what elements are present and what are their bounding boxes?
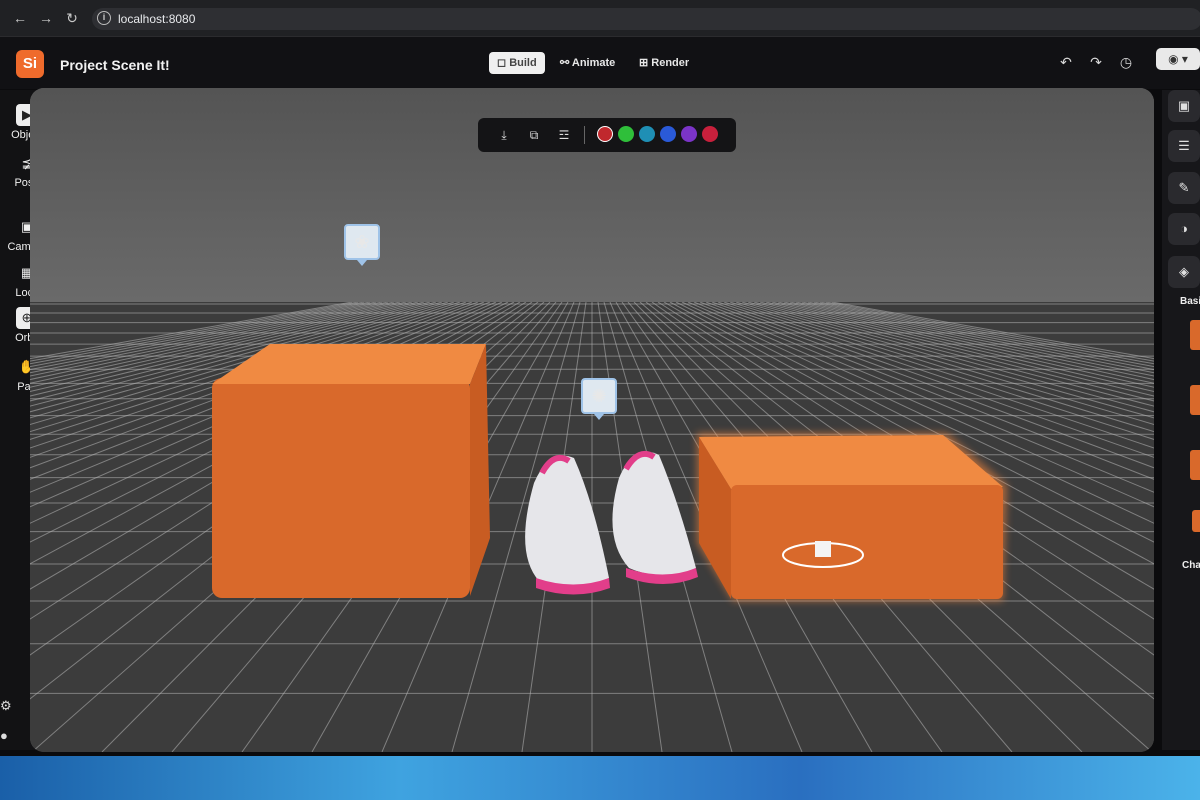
url-text: localhost:8080 — [118, 12, 196, 26]
tab-animate[interactable]: ⚯ Animate — [552, 52, 623, 74]
app-logo: Si — [16, 50, 44, 78]
sneaker-thumbnail[interactable]: ✺ — [581, 378, 617, 420]
color-swatch-purple[interactable] — [681, 126, 697, 142]
cube-icon[interactable]: ▣ — [1168, 90, 1200, 122]
shape-thumbnail-3[interactable] — [1190, 450, 1200, 480]
forward-icon[interactable]: → — [38, 10, 54, 26]
layers-icon[interactable]: ☰ — [1168, 130, 1200, 162]
sneakers-object[interactable] — [514, 443, 704, 603]
reload-icon[interactable]: ↻ — [64, 10, 80, 26]
undo-icon[interactable]: ↶ — [1056, 52, 1076, 72]
material-icon[interactable]: ◑ — [1168, 213, 1200, 245]
box-object-selected[interactable] — [685, 423, 1015, 613]
tab-render-label: Render — [651, 57, 690, 69]
flower-thumbnail[interactable]: ❀ — [344, 224, 380, 266]
shape-thumbnail-4[interactable] — [1192, 510, 1200, 532]
brush-icon[interactable]: ✎ — [1168, 172, 1200, 204]
animate-icon: ⚯ — [560, 57, 570, 69]
color-swatch-crimson[interactable] — [702, 126, 718, 142]
shape-icon[interactable]: ◈ — [1168, 256, 1200, 288]
back-icon[interactable]: ← — [12, 10, 28, 26]
address-bar[interactable] — [92, 8, 1200, 30]
box-object-left[interactable] — [200, 338, 500, 608]
settings-icon[interactable]: ⚙ — [0, 698, 12, 714]
help-icon[interactable]: ● — [0, 728, 8, 743]
cube-icon: ◻ — [497, 57, 507, 69]
history-icon[interactable]: ◷ — [1116, 52, 1136, 72]
render-icon: ⊞ — [639, 57, 649, 69]
sneaker-icon: ✺ — [581, 378, 617, 414]
toolbar-divider — [584, 126, 585, 144]
color-swatch-green[interactable] — [618, 126, 634, 142]
scene-viewport[interactable]: ❀ ✺ — [30, 88, 1154, 752]
flower-icon: ❀ — [344, 224, 380, 260]
info-icon[interactable]: i — [97, 11, 111, 25]
basic-shapes-label: Basi — [1180, 296, 1200, 307]
drop-to-floor-icon[interactable]: ⤓ — [496, 127, 512, 143]
shape-thumbnail-2[interactable] — [1190, 385, 1200, 415]
redo-icon[interactable]: ↷ — [1086, 52, 1106, 72]
shape-thumbnail-1[interactable] — [1190, 320, 1200, 350]
move-handle[interactable] — [815, 541, 831, 557]
color-swatch-blue[interactable] — [660, 126, 676, 142]
characters-label: Cha — [1182, 560, 1200, 571]
tab-build[interactable]: ◻ Build — [489, 52, 545, 74]
tab-build-label: Build — [509, 57, 537, 69]
color-swatch-teal[interactable] — [639, 126, 655, 142]
trash-icon[interactable]: ☲ — [556, 127, 572, 143]
tab-render[interactable]: ⊞ Render — [631, 52, 697, 74]
duplicate-icon[interactable]: ⧉ — [526, 127, 542, 143]
project-title[interactable]: Project Scene It! — [60, 57, 170, 73]
color-swatch-red[interactable] — [597, 126, 613, 142]
desktop-wallpaper — [0, 756, 1200, 800]
eye-icon[interactable]: ◉ ▾ — [1156, 48, 1200, 70]
tab-animate-label: Animate — [571, 57, 616, 69]
